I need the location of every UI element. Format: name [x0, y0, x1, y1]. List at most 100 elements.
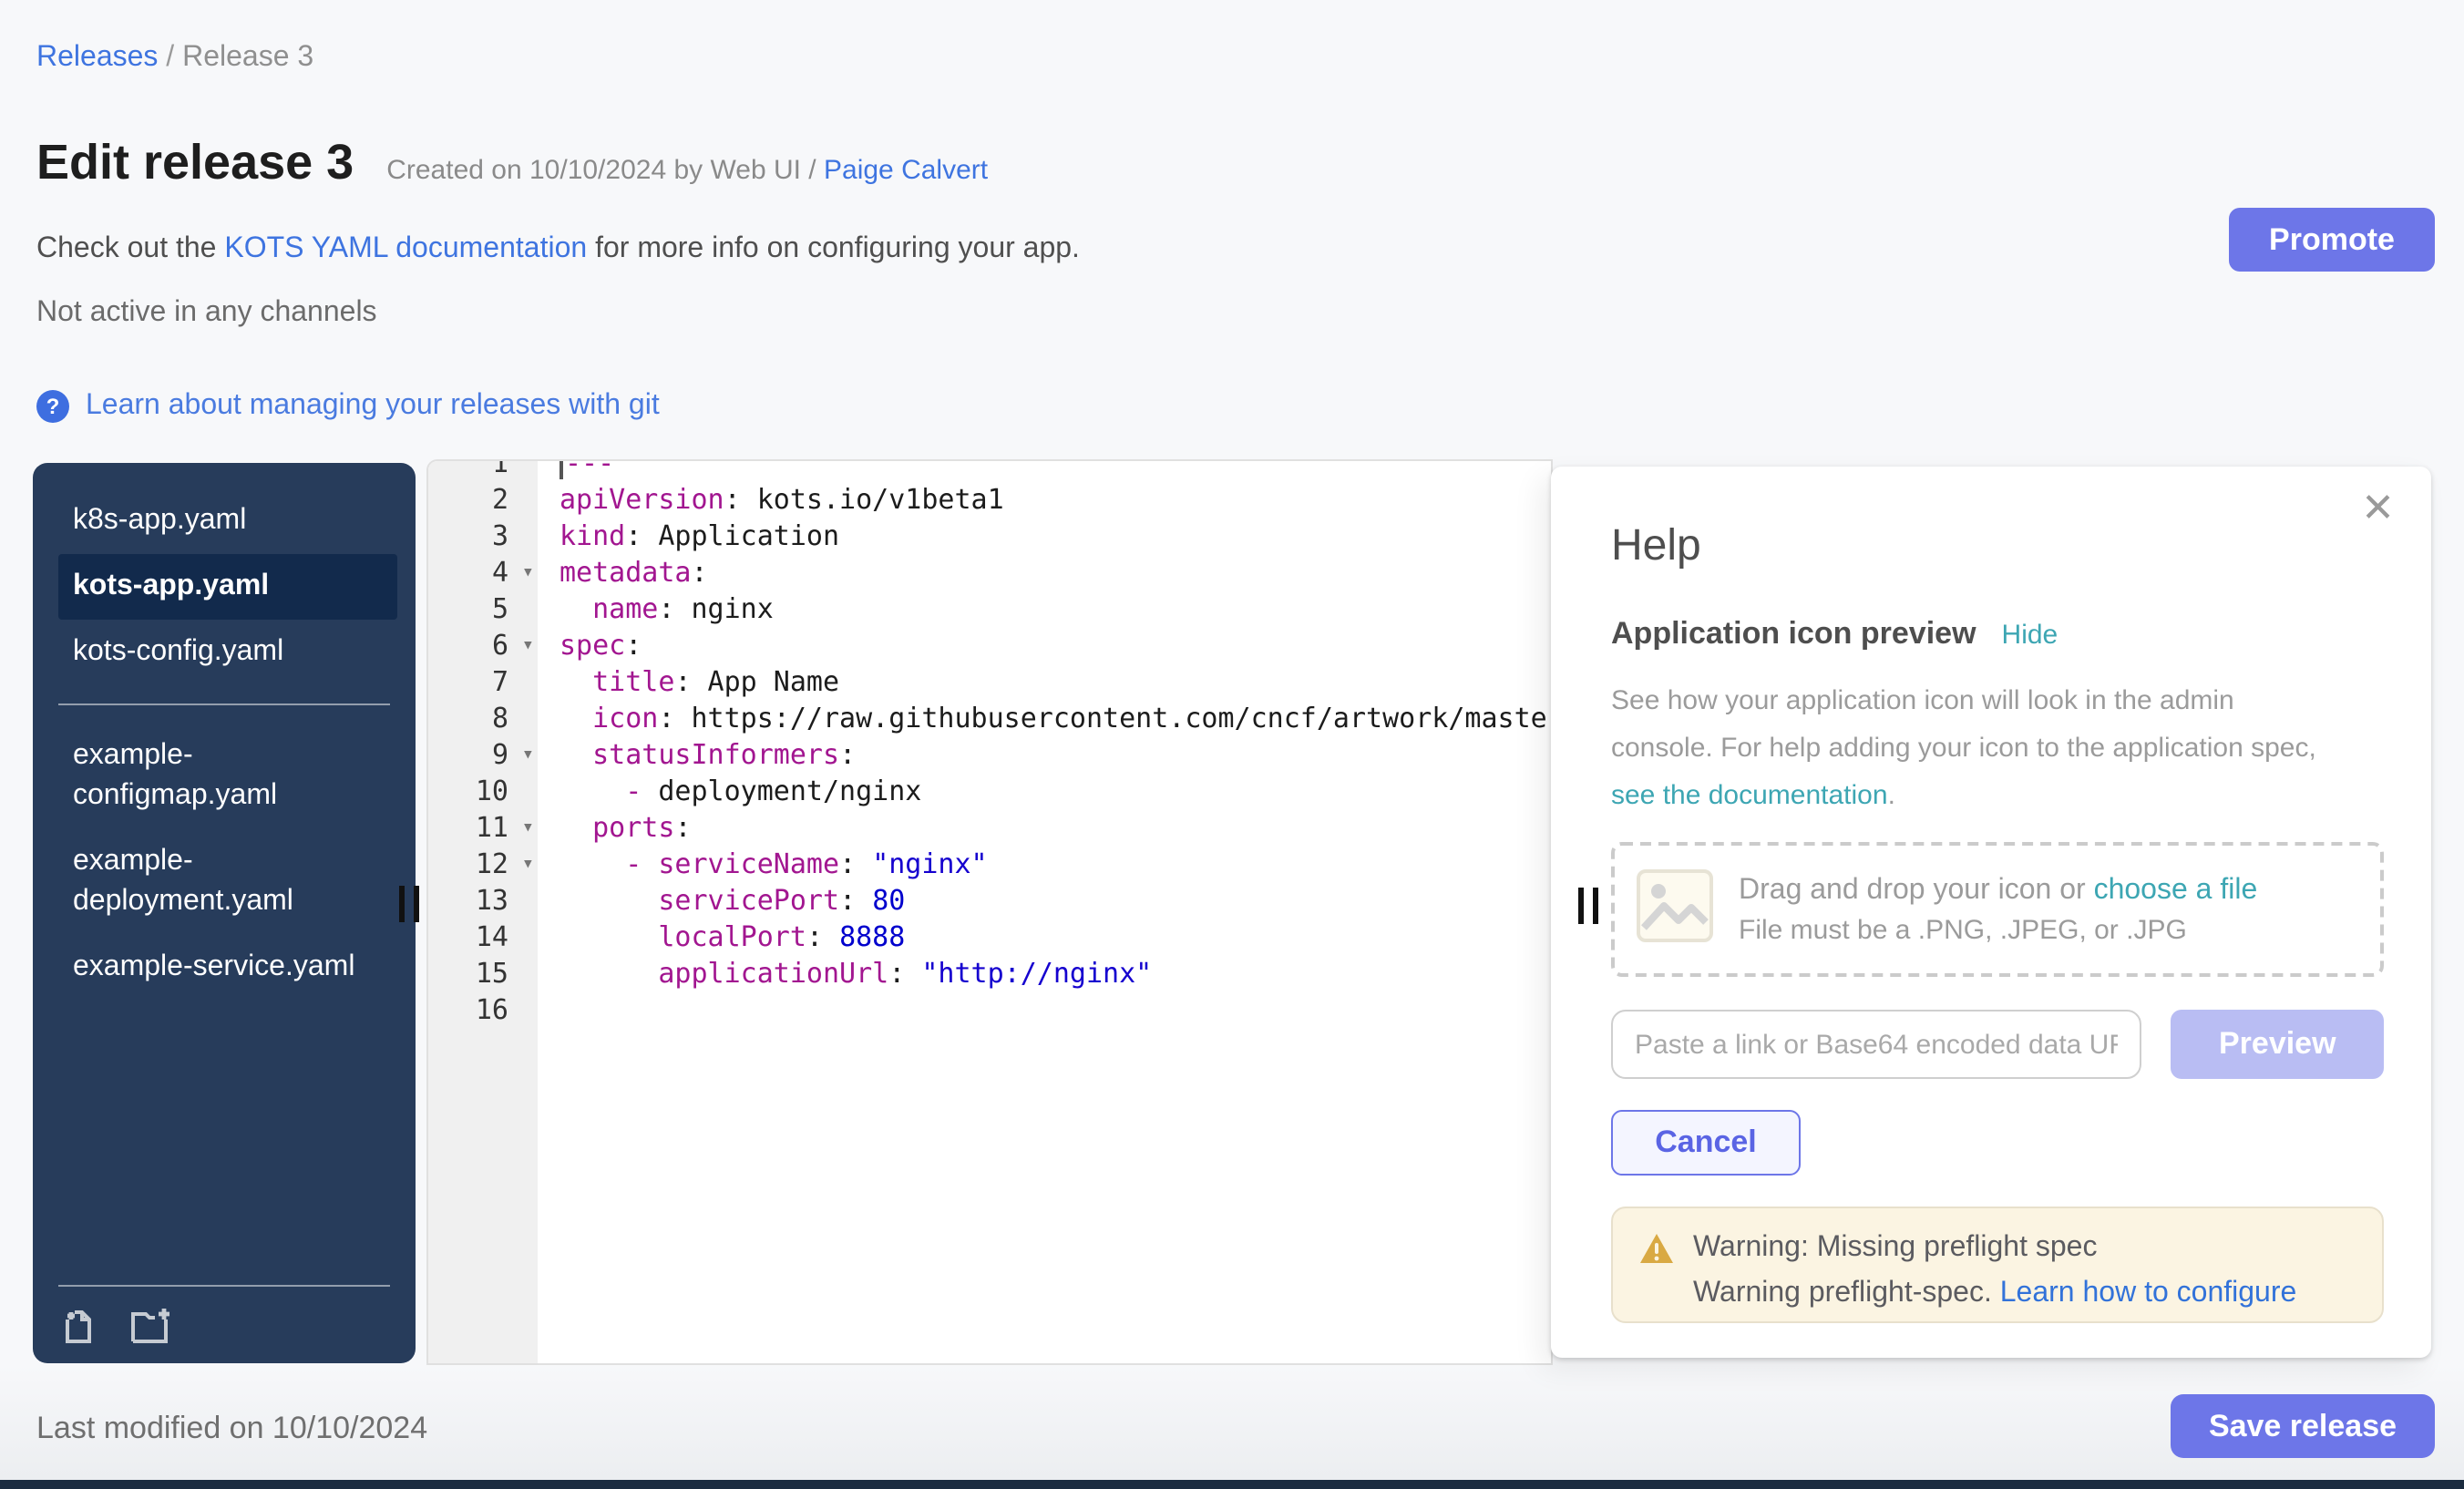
yaml-code-editor[interactable]: 1---2apiVersion: kots.io/v1beta13kind: A… [426, 459, 1553, 1365]
line-number: 14 [428, 919, 538, 955]
icon-url-input[interactable] [1611, 1010, 2142, 1079]
line-number: 5 [428, 590, 538, 627]
warning-triangle-icon [1638, 1232, 1675, 1265]
choose-file-link[interactable]: choose a file [2094, 874, 2258, 905]
cancel-button[interactable]: Cancel [1611, 1110, 1801, 1176]
code-line: 8 icon: https://raw.githubusercontent.co… [428, 700, 1551, 736]
dropzone-line1: Drag and drop your icon or [1739, 874, 2094, 905]
line-number: 8 [428, 700, 538, 736]
code-line: 2apiVersion: kots.io/v1beta1 [428, 481, 1551, 518]
promote-button[interactable]: Promote [2229, 208, 2435, 272]
code-text[interactable]: kind: Application [538, 518, 839, 554]
line-number: 16 [428, 991, 538, 1028]
author-link[interactable]: Paige Calvert [824, 155, 988, 186]
help-panel-resize-handle[interactable] [1578, 888, 1598, 924]
icon-preview-description: See how your application icon will look … [1611, 678, 2384, 820]
code-text[interactable]: servicePort: 80 [538, 882, 905, 919]
line-number: 4▾ [428, 554, 538, 590]
file-item-example-service.yaml[interactable]: example-service.yaml [58, 935, 397, 1001]
breadcrumb-separator: / [158, 42, 182, 73]
icon-url-row: Preview [1611, 1010, 2384, 1079]
code-text[interactable]: localPort: 8888 [538, 919, 905, 955]
code-text[interactable]: metadata: [538, 554, 708, 590]
code-line: 6▾spec: [428, 627, 1551, 663]
image-placeholder-icon [1637, 868, 1713, 950]
code-text[interactable]: title: App Name [538, 663, 839, 700]
code-line: 15 applicationUrl: "http://nginx" [428, 955, 1551, 991]
dropzone-line2: File must be a .PNG, .JPEG, or .JPG [1739, 914, 2257, 945]
code-text[interactable]: icon: https://raw.githubusercontent.com/… [538, 700, 1553, 736]
code-line: 12▾ - serviceName: "nginx" [428, 846, 1551, 882]
breadcrumb-current: Release 3 [182, 42, 313, 73]
channel-status: Not active in any channels [36, 297, 377, 330]
fold-toggle-icon[interactable]: ▾ [522, 736, 534, 773]
code-text[interactable] [538, 991, 560, 1028]
code-line: 4▾metadata: [428, 554, 1551, 590]
doc-prefix: Check out the [36, 233, 224, 264]
description-line-1: See how your application icon will look … [1611, 678, 2384, 725]
icon-dropzone[interactable]: Drag and drop your icon or choose a file… [1611, 842, 2384, 977]
line-number: 12▾ [428, 846, 538, 882]
breadcrumb-releases-link[interactable]: Releases [36, 42, 158, 73]
preview-button[interactable]: Preview [2171, 1010, 2384, 1079]
description-line-3: see the documentation. [1611, 773, 2384, 820]
code-line: 14 localPort: 8888 [428, 919, 1551, 955]
file-item-k8s-app.yaml[interactable]: k8s-app.yaml [58, 488, 397, 554]
code-text[interactable]: --- [538, 459, 614, 481]
file-item-kots-config.yaml[interactable]: kots-config.yaml [58, 620, 397, 685]
code-line: 1--- [428, 459, 1551, 481]
description-line-2: console. For help adding your icon to th… [1611, 725, 2384, 773]
title-row: Edit release 3 Created on 10/10/2024 by … [36, 131, 988, 193]
file-list: k8s-app.yamlkots-app.yamlkots-config.yam… [33, 463, 416, 1001]
line-number: 15 [428, 955, 538, 991]
icon-preview-section-header: Application icon preview Hide [1611, 616, 2384, 652]
created-info: Created on 10/10/2024 by Web UI / Paige … [386, 155, 988, 186]
sidebar-resize-handle[interactable] [399, 886, 419, 922]
code-text[interactable]: - deployment/nginx [538, 773, 921, 809]
line-number: 10 [428, 773, 538, 809]
code-text[interactable]: apiVersion: kots.io/v1beta1 [538, 481, 1004, 518]
line-number: 2 [428, 481, 538, 518]
question-circle-icon: ? [36, 390, 69, 423]
see-documentation-link[interactable]: see the documentation [1611, 780, 1888, 811]
preflight-warning-box: Warning: Missing preflight spec Warning … [1611, 1207, 2384, 1323]
code-line: 3kind: Application [428, 518, 1551, 554]
code-line: 11▾ ports: [428, 809, 1551, 846]
code-line: 5 name: nginx [428, 590, 1551, 627]
breadcrumb: Releases / Release 3 [36, 42, 313, 75]
line-number: 11▾ [428, 809, 538, 846]
sidebar-footer [58, 1285, 390, 1345]
icon-preview-title: Application icon preview [1611, 616, 1976, 652]
line-number: 3 [428, 518, 538, 554]
file-item-example-configmap.yaml[interactable]: example-configmap.yaml [58, 724, 397, 829]
save-release-button[interactable]: Save release [2171, 1394, 2435, 1458]
warning-title: Warning: Missing preflight spec [1693, 1232, 2097, 1265]
help-panel-title: Help [1611, 521, 2384, 572]
kots-yaml-doc-link[interactable]: KOTS YAML documentation [224, 233, 587, 264]
code-text[interactable]: - serviceName: "nginx" [538, 846, 988, 882]
learn-configure-link[interactable]: Learn how to configure [2000, 1278, 2297, 1309]
fold-toggle-icon[interactable]: ▾ [522, 554, 534, 590]
page-title: Edit release 3 [36, 131, 354, 193]
line-number: 6▾ [428, 627, 538, 663]
code-text[interactable]: applicationUrl: "http://nginx" [538, 955, 1152, 991]
code-text[interactable]: ports: [538, 809, 692, 846]
file-group-divider [58, 703, 390, 705]
close-icon[interactable]: ✕ [2361, 488, 2395, 529]
git-help-row: ? Learn about managing your releases wit… [36, 390, 660, 423]
file-item-example-deployment.yaml[interactable]: example-deployment.yaml [58, 829, 397, 935]
fold-toggle-icon[interactable]: ▾ [522, 627, 534, 663]
hide-link[interactable]: Hide [2002, 620, 2058, 651]
code-text[interactable]: spec: [538, 627, 642, 663]
line-number: 7 [428, 663, 538, 700]
code-text[interactable]: name: nginx [538, 590, 774, 627]
line-number: 13 [428, 882, 538, 919]
fold-toggle-icon[interactable]: ▾ [522, 809, 534, 846]
code-text[interactable]: statusInformers: [538, 736, 856, 773]
new-folder-icon[interactable] [128, 1305, 168, 1345]
git-releases-link[interactable]: Learn about managing your releases with … [86, 390, 660, 423]
file-item-kots-app.yaml[interactable]: kots-app.yaml [58, 554, 397, 620]
new-file-icon[interactable] [58, 1305, 98, 1345]
code-line: 9▾ statusInformers: [428, 736, 1551, 773]
fold-toggle-icon[interactable]: ▾ [522, 846, 534, 882]
